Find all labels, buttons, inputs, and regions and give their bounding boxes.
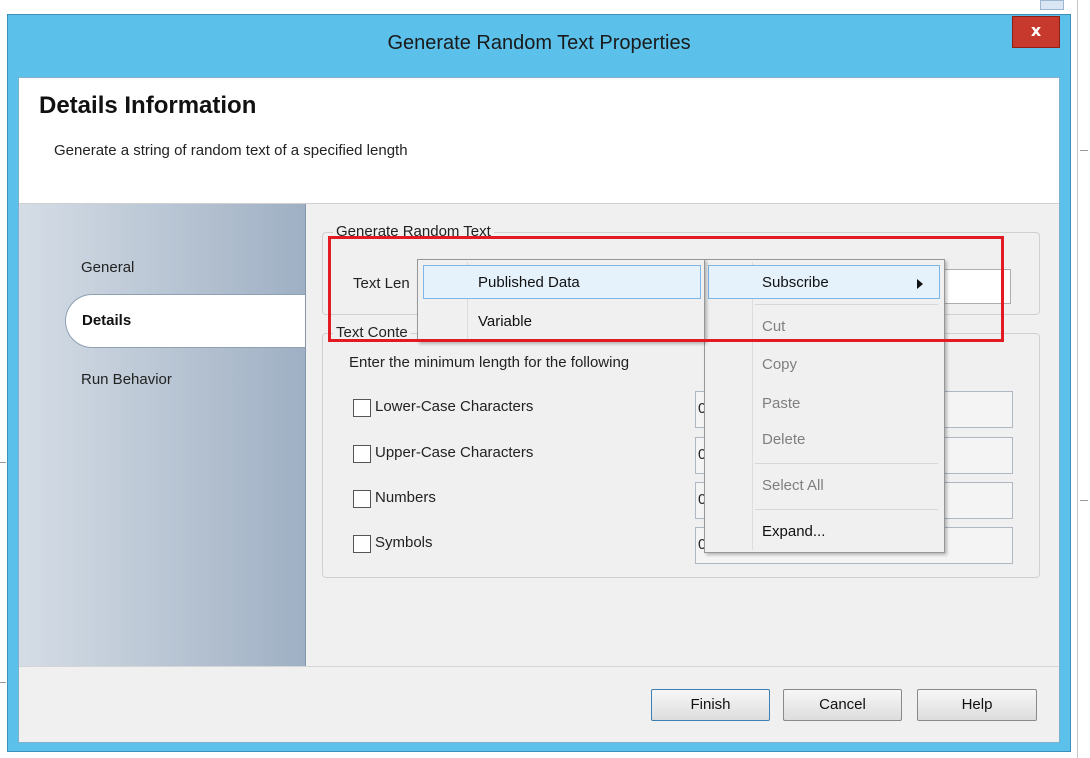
background-tick bbox=[0, 462, 6, 463]
menu-item-paste[interactable]: Paste bbox=[762, 395, 800, 412]
sidebar-item-details-label: Details bbox=[82, 312, 132, 329]
close-button[interactable]: x bbox=[1012, 16, 1060, 48]
sidebar-item-details[interactable]: Details bbox=[65, 294, 305, 348]
page-title: Details Information bbox=[39, 92, 257, 119]
menu-item-copy[interactable]: Copy bbox=[762, 356, 797, 373]
background-tick bbox=[1080, 500, 1088, 501]
sidebar-item-run-behavior[interactable]: Run Behavior bbox=[81, 371, 172, 388]
menu-item-select-all[interactable]: Select All bbox=[762, 477, 824, 494]
annotation-highlight-box bbox=[328, 236, 1004, 342]
background-tick bbox=[1080, 150, 1088, 151]
footer-divider bbox=[19, 666, 1059, 667]
symbols-checkbox[interactable] bbox=[353, 535, 371, 553]
background-divider bbox=[1077, 0, 1078, 758]
content-instruction: Enter the minimum length for the followi… bbox=[349, 354, 630, 371]
help-button[interactable]: Help bbox=[917, 689, 1037, 721]
menu-item-expand[interactable]: Expand... bbox=[762, 523, 825, 540]
cancel-button[interactable]: Cancel bbox=[783, 689, 902, 721]
symbols-label: Symbols bbox=[375, 534, 433, 551]
lower-case-checkbox[interactable] bbox=[353, 399, 371, 417]
menu-separator bbox=[755, 509, 938, 510]
lower-case-label: Lower-Case Characters bbox=[375, 398, 534, 415]
title-bar[interactable]: Generate Random Text Properties x bbox=[8, 15, 1070, 77]
background-scroll-chip bbox=[1040, 0, 1064, 10]
numbers-label: Numbers bbox=[375, 489, 436, 506]
page-subtitle: Generate a string of random text of a sp… bbox=[54, 142, 408, 159]
menu-item-delete[interactable]: Delete bbox=[762, 431, 805, 448]
sidebar-nav: General Details Run Behavior bbox=[19, 204, 306, 666]
sidebar-item-general[interactable]: General bbox=[81, 259, 134, 276]
upper-case-label: Upper-Case Characters bbox=[375, 444, 534, 461]
details-header: Details Information Generate a string of… bbox=[19, 78, 1059, 204]
numbers-checkbox[interactable] bbox=[353, 490, 371, 508]
upper-case-checkbox[interactable] bbox=[353, 445, 371, 463]
background-tick bbox=[0, 682, 6, 683]
window-title: Generate Random Text Properties bbox=[387, 32, 691, 54]
menu-separator bbox=[755, 463, 938, 464]
finish-button[interactable]: Finish bbox=[651, 689, 770, 721]
